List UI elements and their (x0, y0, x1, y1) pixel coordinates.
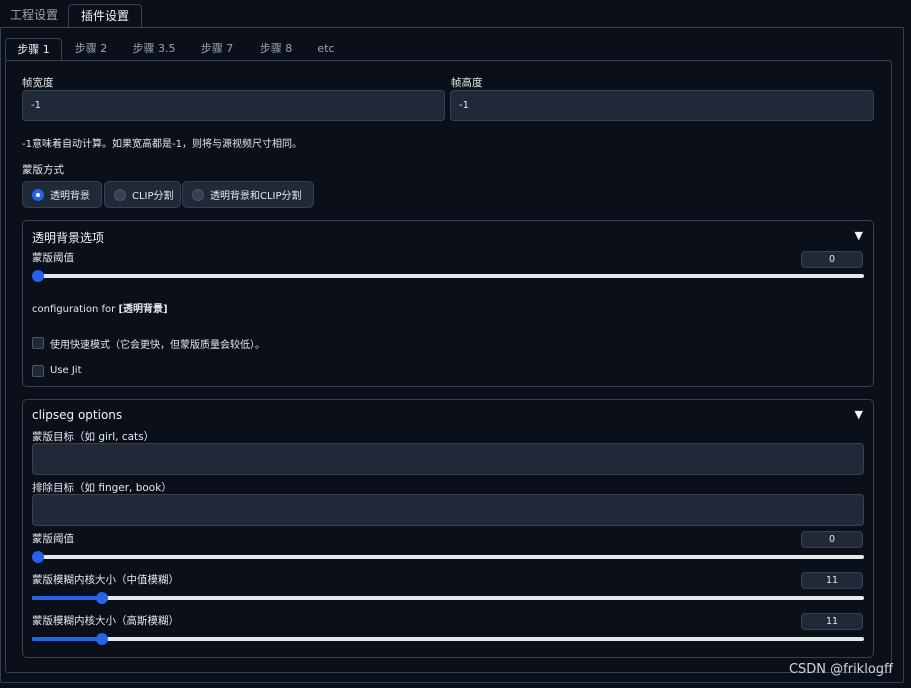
exclude-target-input[interactable] (32, 494, 864, 526)
frame-width-input[interactable] (22, 90, 445, 121)
use-jit-checkbox[interactable] (32, 365, 44, 377)
config-name: [透明背景] (118, 304, 168, 315)
radio-unchecked-icon (192, 188, 204, 201)
radio-label: 透明背景和CLIP分割 (210, 191, 302, 202)
gaussian-blur-number[interactable]: 11 (801, 613, 863, 630)
mask-threshold-number[interactable]: 0 (801, 531, 863, 548)
radio-unchecked-icon (114, 188, 126, 201)
frame-size-hint: -1意味着自动计算。如果宽高都是-1，则将与源视频尺寸相同。 (22, 139, 302, 150)
fast-mode-checkbox[interactable] (32, 337, 44, 349)
tab-step-8[interactable]: 步骤 8 (250, 38, 302, 61)
median-blur-label: 蒙版模糊内核大小（中值模糊） (32, 574, 179, 586)
slider-thumb[interactable] (95, 633, 108, 645)
slider-thumb[interactable] (32, 551, 44, 563)
tab-plugin-settings[interactable]: 插件设置 (68, 4, 142, 28)
slider-track (32, 274, 864, 278)
group-title[interactable]: clipseg options (32, 408, 122, 422)
mask-threshold-label: 蒙版阈值 (32, 533, 74, 545)
slider-thumb[interactable] (32, 270, 44, 282)
use-jit-label: Use Jit (50, 365, 82, 376)
clipseg-options-group: clipseg options ▼ 蒙版目标（如 girl, cats） 排除目… (22, 399, 874, 658)
group-title[interactable]: 透明背景选项 (32, 229, 104, 246)
radio-label: 透明背景 (50, 191, 90, 202)
median-blur-slider[interactable] (32, 592, 864, 604)
triangle-down-icon[interactable]: ▼ (855, 408, 863, 421)
frame-width-label: 帧宽度 (22, 77, 54, 89)
mask-threshold-label: 蒙版阈值 (32, 252, 74, 264)
mask-mode-label: 蒙版方式 (22, 164, 64, 176)
config-prefix: configuration for (32, 304, 119, 315)
slider-thumb[interactable] (95, 592, 108, 604)
mask-threshold-slider[interactable] (32, 270, 864, 282)
median-blur-number[interactable]: 11 (801, 572, 863, 589)
mask-target-label: 蒙版目标（如 girl, cats） (32, 431, 155, 443)
mask-threshold-number[interactable]: 0 (801, 251, 863, 268)
fast-mode-label: 使用快速模式（它会更快，但蒙版质量会较低）。 (50, 340, 265, 351)
mask-target-input[interactable] (32, 443, 864, 475)
tab-step-7[interactable]: 步骤 7 (191, 38, 243, 61)
radio-label: CLIP分割 (132, 191, 174, 202)
mask-threshold-slider[interactable] (32, 551, 864, 563)
transparent-bg-options-group: 透明背景选项 ▼ 蒙版阈值 0 configuration for [透明背景]… (22, 220, 874, 387)
slider-fill (32, 596, 102, 600)
radio-clip-seg[interactable]: CLIP分割 (104, 181, 181, 208)
gaussian-blur-slider[interactable] (32, 633, 864, 645)
frame-height-label: 帧高度 (451, 77, 483, 89)
tab-step-1[interactable]: 步骤 1 (5, 38, 62, 61)
tab-project-settings[interactable]: 工程设置 (0, 4, 68, 28)
watermark: CSDN @friklogff (788, 662, 893, 677)
slider-track (32, 555, 864, 559)
tab-step-2[interactable]: 步骤 2 (66, 38, 116, 61)
tab-step-3-5[interactable]: 步骤 3.5 (124, 38, 184, 61)
slider-track (32, 637, 864, 641)
top-tab-bar: 工程设置 插件设置 (0, 0, 911, 28)
gaussian-blur-label: 蒙版模糊内核大小（高斯模糊） (32, 615, 179, 627)
exclude-target-label: 排除目标（如 finger, book） (32, 482, 172, 494)
tab-etc[interactable]: etc (310, 38, 342, 61)
radio-transparent-bg[interactable]: 透明背景 (22, 181, 102, 208)
slider-track (32, 596, 864, 600)
radio-transparent-bg-and-clip[interactable]: 透明背景和CLIP分割 (182, 181, 314, 208)
radio-checked-icon (32, 188, 44, 201)
triangle-down-icon[interactable]: ▼ (855, 229, 863, 242)
slider-fill (32, 637, 102, 641)
config-heading: configuration for [透明背景] (32, 300, 168, 315)
frame-height-input[interactable] (450, 90, 874, 121)
